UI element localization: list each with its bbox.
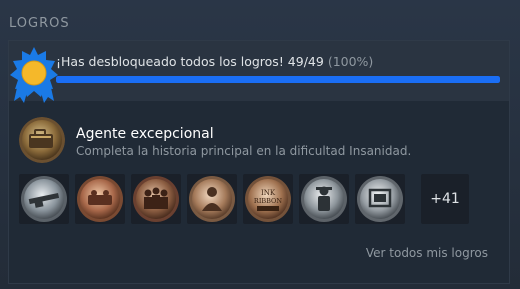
rifle-medal-icon: [21, 176, 67, 222]
achievement-tile[interactable]: [19, 174, 69, 224]
ink-ribbon-line2: RIBBON: [254, 197, 282, 205]
briefcase-medal-icon[interactable]: [19, 117, 65, 163]
progress-message: ¡Has desbloqueado todos los logros! 49/4…: [56, 54, 324, 69]
portrait-medal-icon: [189, 176, 235, 222]
award-badge-icon: [10, 47, 58, 103]
featured-achievement-description: Completa la historia principal en la dif…: [76, 144, 412, 158]
achievement-tile[interactable]: INK RIBBON: [243, 174, 293, 224]
ink-ribbon-medal-icon: INK RIBBON: [245, 176, 291, 222]
featured-achievement-title: Agente excepcional: [76, 126, 214, 142]
achievement-tile[interactable]: [299, 174, 349, 224]
progress-summary: ¡Has desbloqueado todos los logros! 49/4…: [56, 54, 373, 69]
bronze-relief-medal-icon: [77, 176, 123, 222]
progress-bar-fill: [56, 76, 500, 83]
progress-percent: (100%): [327, 54, 374, 69]
achievement-tile[interactable]: [187, 174, 237, 224]
soldier-medal-icon: [301, 176, 347, 222]
group-figures-medal-icon: [133, 176, 179, 222]
progress-bar: [56, 76, 500, 83]
ink-ribbon-line1: INK: [261, 189, 276, 197]
progress-header: [9, 41, 509, 101]
section-title: LOGROS: [9, 16, 70, 31]
achievements-panel: ¡Has desbloqueado todos los logros! 49/4…: [8, 40, 510, 284]
achievement-tile[interactable]: [355, 174, 405, 224]
achievement-tile[interactable]: [131, 174, 181, 224]
achievement-tile[interactable]: [75, 174, 125, 224]
framed-picture-medal-icon: [357, 176, 403, 222]
view-all-achievements-link[interactable]: Ver todos mis logros: [366, 246, 488, 260]
more-achievements-button[interactable]: +41: [421, 174, 469, 224]
